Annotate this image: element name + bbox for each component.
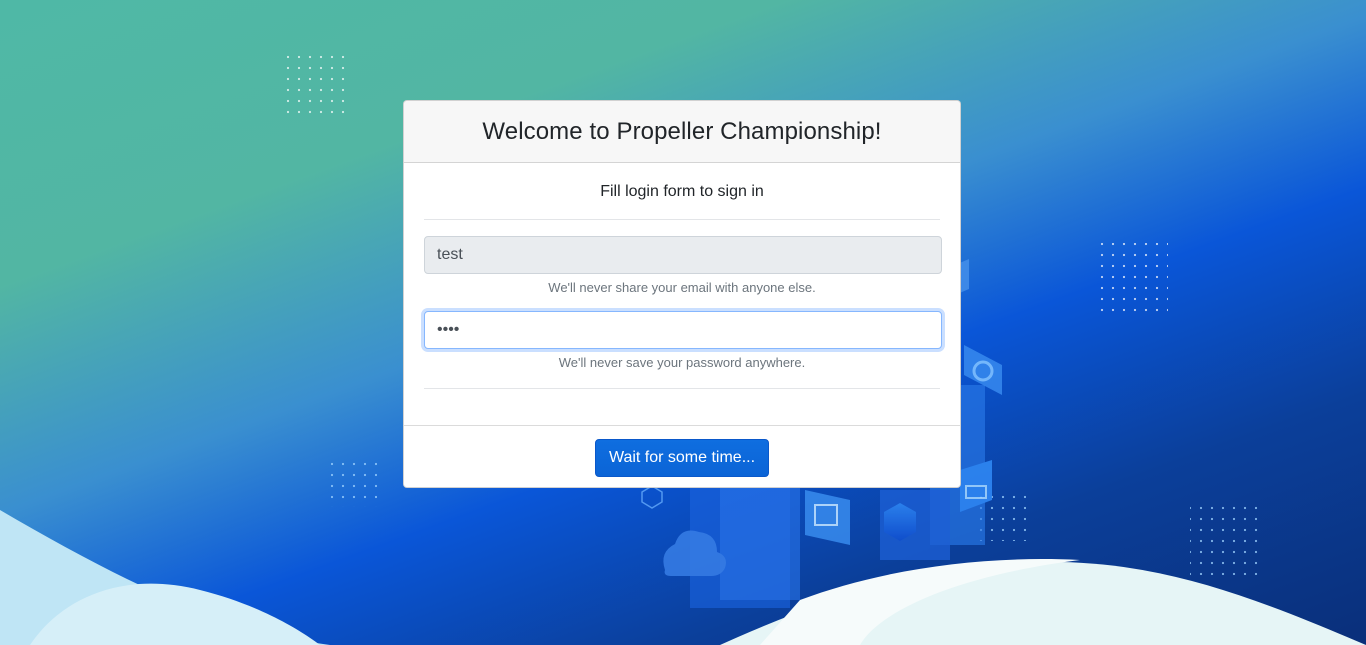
form-subtitle: Fill login form to sign in [424,163,940,220]
login-page: Welcome to Propeller Championship! Fill … [0,0,1366,645]
username-help-text: We'll never share your email with anyone… [548,280,816,295]
password-input[interactable] [424,311,942,349]
username-input[interactable] [424,236,942,274]
username-field-group: We'll never share your email with anyone… [424,236,942,295]
submit-button[interactable]: Wait for some time... [594,438,770,477]
dot-grid-decoration [1190,505,1260,575]
login-card: Welcome to Propeller Championship! Fill … [403,100,961,488]
dot-grid-decoration [331,461,377,507]
card-footer: Wait for some time... [404,426,960,487]
form-divider [424,388,940,389]
password-field-group: We'll never save your password anywhere. [424,311,942,370]
login-form: Fill login form to sign in We'll never s… [404,163,960,426]
dot-grid-decoration [1098,243,1168,313]
dot-grid-decoration [282,48,352,118]
page-title: Welcome to Propeller Championship! [482,117,882,145]
card-header: Welcome to Propeller Championship! [404,101,960,163]
password-help-text: We'll never save your password anywhere. [558,355,806,370]
